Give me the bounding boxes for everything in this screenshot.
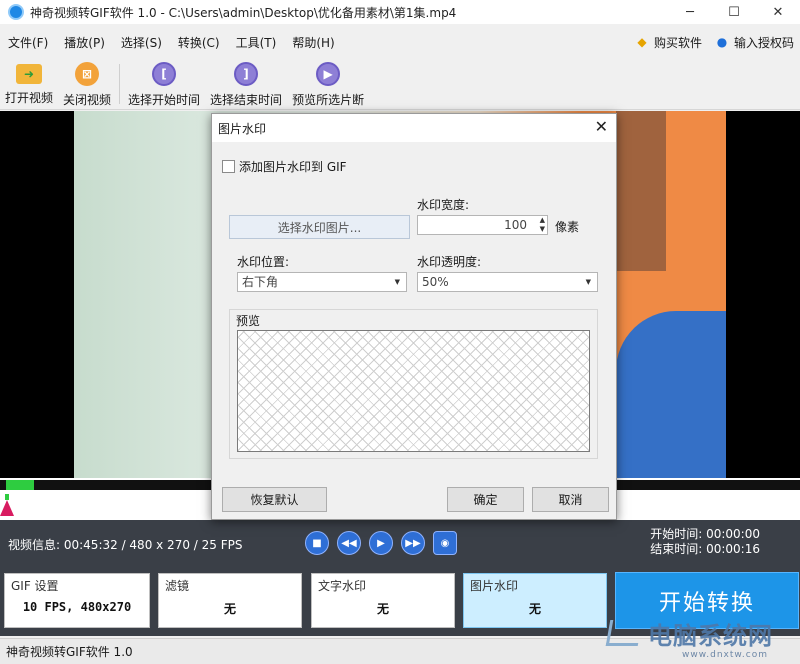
toolbar: ➜ 打开视频 ⊠ 关闭视频 [ 选择开始时间 ] 选择结束时间 ▶ 预览所选片断 [0,56,800,110]
menu-help[interactable]: 帮助(H) [284,34,342,51]
preview-canvas [237,330,590,452]
playback-controls: ■ ◀◀ ▶ ▶▶ ◉ [305,531,457,555]
text-watermark-title: 文字水印 [318,579,367,593]
filter-value: 无 [223,602,236,616]
menu-file[interactable]: 文件(F) [0,34,56,51]
menu-select[interactable]: 选择(S) [113,34,170,51]
watermark-text: 电脑系统网 [648,622,773,650]
dialog-title-bar: 图片水印 ✕ [212,114,616,142]
watermark-url: www.dnxtw.com [682,650,769,660]
buy-software-label: 购买软件 [653,35,702,50]
preview-selection-label: 预览所选片断 [292,93,365,107]
play-icon[interactable]: ▶ [369,531,393,555]
opacity-value: 50% [422,275,449,289]
select-start-label: 选择开始时间 [128,93,201,107]
maximize-button[interactable]: ☐ [712,0,756,24]
menu-bar: 文件(F) 播放(P) 选择(S) 转换(C) 工具(T) 帮助(H) ◆ 购买… [0,30,800,54]
playhead-marker[interactable] [0,500,14,516]
cancel-button[interactable]: 取消 [532,487,609,512]
text-watermark-box[interactable]: 文字水印 无 [311,573,455,628]
buy-software-link[interactable]: ◆ 购买软件 [628,34,708,51]
add-watermark-label: 添加图片水印到 GIF [239,160,347,174]
app-logo-icon [8,4,24,20]
chevron-down-icon: ▼ [585,278,591,286]
camera-icon[interactable]: ◉ [433,531,457,555]
reset-defaults-button[interactable]: 恢复默认 [222,487,327,512]
close-video-label: 关闭视频 [63,93,112,107]
position-label: 水印位置: [237,255,290,269]
position-select[interactable]: 右下角 ▼ [237,272,407,292]
filter-box[interactable]: 滤镜 无 [158,573,302,628]
width-value: 100 [504,218,527,232]
opacity-label: 水印透明度: [417,255,482,269]
video-info: 视频信息: 00:45:32 / 480 x 270 / 25 FPS [8,538,243,552]
close-window-button[interactable]: ✕ [756,0,800,24]
preview-label: 预览 [236,314,261,328]
menu-convert[interactable]: 转换(C) [170,34,228,51]
width-spinbox[interactable]: 100 ▲ ▼ [417,215,548,235]
enter-license-link[interactable]: ● 输入授权码 [708,34,800,51]
width-unit: 像素 [555,220,580,234]
image-watermark-dialog: 图片水印 ✕ 添加图片水印到 GIF 水印宽度: 选择水印图片... 100 ▲… [211,113,617,520]
video-figure [616,311,726,478]
gif-settings-value: 10 FPS, 480x270 [22,600,132,614]
video-shadow [616,111,666,271]
preview-selection-button[interactable]: ▶ 预览所选片断 [287,56,369,108]
start-time-row: 开始时间: 00:00:00 [650,527,760,542]
start-time-value: 00:00:00 [706,527,760,541]
open-video-label: 打开视频 [5,91,54,105]
folder-open-icon: ➜ [16,64,42,84]
start-time-label: 开始时间: [650,527,703,541]
image-watermark-value: 无 [528,602,541,616]
chevron-down-icon: ▼ [394,278,400,286]
rewind-icon[interactable]: ◀◀ [337,531,361,555]
select-end-label: 选择结束时间 [210,93,283,107]
enter-license-label: 输入授权码 [733,35,794,50]
choose-image-button[interactable]: 选择水印图片... [229,215,410,239]
bracket-start-icon: [ [152,62,177,86]
close-video-icon: ⊠ [75,62,100,86]
ok-button[interactable]: 确定 [447,487,524,512]
time-range: 开始时间: 00:00:00 结束时间: 00:00:16 [650,527,760,557]
select-end-time-button[interactable]: ] 选择结束时间 [205,56,287,108]
dialog-close-icon[interactable]: ✕ [595,117,608,136]
selection-range [6,480,34,490]
site-watermark: 电脑系统网 www.dnxtw.com [604,612,794,664]
end-time-value: 00:00:16 [706,542,760,556]
text-watermark-value: 无 [376,602,389,616]
preview-group: 预览 [229,309,598,459]
fast-forward-icon[interactable]: ▶▶ [401,531,425,555]
add-watermark-checkbox-row[interactable]: 添加图片水印到 GIF [222,158,347,175]
image-watermark-title: 图片水印 [470,579,519,593]
width-label: 水印宽度: [417,198,470,212]
toolbar-separator [119,64,121,104]
user-icon: ● [716,35,728,49]
minimize-button[interactable]: ─ [668,0,712,24]
bracket-end-icon: ] [234,62,259,86]
status-text: 神奇视频转GIF软件 1.0 [6,645,133,659]
filter-title: 滤镜 [165,579,190,593]
gif-settings-title: GIF 设置 [11,579,59,593]
spin-arrows-icon[interactable]: ▲ ▼ [540,216,545,234]
stop-icon[interactable]: ■ [305,531,329,555]
position-value: 右下角 [242,275,279,289]
end-time-row: 结束时间: 00:00:16 [650,542,760,557]
watermark-logo-icon [605,620,643,646]
menu-tools[interactable]: 工具(T) [228,34,285,51]
opacity-select[interactable]: 50% ▼ [417,272,598,292]
select-start-time-button[interactable]: [ 选择开始时间 [123,56,205,108]
play-preview-icon: ▶ [316,62,341,86]
title-bar: 神奇视频转GIF软件 1.0 - C:\Users\admin\Desktop\… [0,0,800,24]
dialog-title: 图片水印 [218,121,267,136]
close-video-button[interactable]: ⊠ 关闭视频 [58,56,116,108]
window-title: 神奇视频转GIF软件 1.0 - C:\Users\admin\Desktop\… [30,5,457,20]
menu-play[interactable]: 播放(P) [56,34,113,51]
open-video-button[interactable]: ➜ 打开视频 [0,56,58,106]
image-watermark-box[interactable]: 图片水印 无 [463,573,607,628]
gif-settings-box[interactable]: GIF 设置 10 FPS, 480x270 [4,573,150,628]
end-time-label: 结束时间: [650,542,703,556]
diamond-icon: ◆ [637,35,647,49]
add-watermark-checkbox[interactable] [222,160,235,173]
